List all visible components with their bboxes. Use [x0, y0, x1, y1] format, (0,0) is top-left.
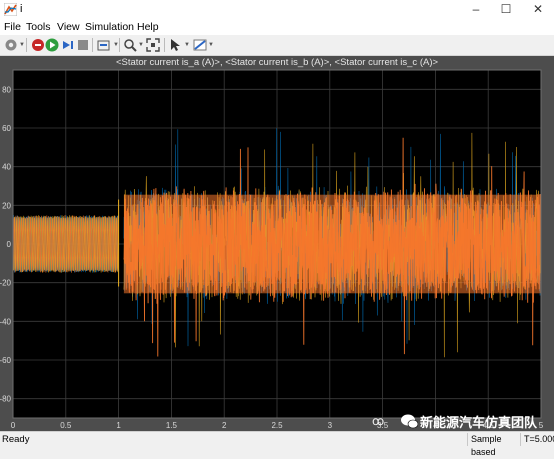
x-tick-label: 0	[11, 421, 16, 430]
highlight-block-icon[interactable]	[96, 37, 112, 53]
status-time: T=5.000	[520, 433, 554, 446]
y-tick-label: -40	[0, 317, 12, 326]
y-tick-label: -60	[0, 356, 12, 365]
status-bar: Ready Sample based T=5.000	[0, 431, 554, 457]
menu-simulation[interactable]: Simulation	[85, 21, 134, 33]
title-bar: i – ☐ ✕	[0, 0, 554, 19]
status-ready: Ready	[2, 434, 30, 445]
gear-icon[interactable]	[3, 37, 19, 53]
toolbar: ▼ ▼ ▼ ▼ ▼	[0, 35, 554, 56]
x-tick-label: 1	[116, 421, 121, 430]
zoom-icon[interactable]	[122, 37, 138, 53]
menu-view[interactable]: View	[57, 21, 80, 33]
x-tick-label: 2	[222, 421, 227, 430]
y-tick-label: 60	[2, 124, 11, 133]
step-forward-icon[interactable]	[60, 37, 76, 53]
matlab-app-icon	[4, 3, 17, 16]
fit-to-view-icon[interactable]	[145, 37, 161, 53]
wechat-logo-icon: ꝏ	[372, 414, 418, 429]
menu-help[interactable]: Help	[137, 21, 159, 33]
cursor-measure-icon[interactable]	[168, 37, 184, 53]
style-dropdown-icon[interactable]: ▼	[208, 42, 214, 48]
watermark-text: 新能源汽车仿真团队	[420, 415, 538, 430]
close-button[interactable]: ✕	[526, 0, 550, 19]
run-icon[interactable]	[44, 37, 60, 53]
menu-tools[interactable]: Tools	[26, 21, 51, 33]
menu-file[interactable]: File	[4, 21, 21, 33]
y-tick-label: 20	[2, 201, 11, 210]
svg-text:ꝏ: ꝏ	[372, 414, 384, 428]
style-icon[interactable]	[192, 37, 208, 53]
scope-chart[interactable]: 0 0.5 1 1.5 2 2.5 3 3.5 4 4.5 5806040200-20-40-60-…	[0, 56, 554, 431]
menu-bar: File Tools View Simulation Help	[0, 19, 554, 35]
y-tick-label: -20	[0, 279, 12, 288]
window-title: i	[20, 3, 23, 15]
x-tick-label: 0.5	[60, 421, 72, 430]
toolbar-separator	[119, 38, 120, 52]
stop-square-icon[interactable]	[75, 37, 91, 53]
cursor-dropdown-icon[interactable]: ▼	[184, 42, 190, 48]
settings-dropdown-icon[interactable]: ▼	[19, 42, 25, 48]
maximize-button[interactable]: ☐	[494, 0, 518, 19]
x-tick-label: 2.5	[271, 421, 283, 430]
y-tick-label: -80	[0, 395, 12, 404]
x-tick-label: 5	[539, 421, 544, 430]
y-tick-label: 0	[7, 240, 12, 249]
status-sample-mode: Sample based	[467, 433, 523, 457]
x-tick-label: 1.5	[166, 421, 178, 430]
y-tick-label: 80	[2, 85, 11, 94]
x-tick-label: 3	[328, 421, 333, 430]
y-tick-label: 40	[2, 163, 11, 172]
series-band-core	[123, 194, 541, 294]
zoom-dropdown-icon[interactable]: ▼	[138, 42, 144, 48]
minimize-button[interactable]: –	[464, 0, 488, 19]
scope-plot-area: <Stator current is_a (A)>, <Stator curre…	[0, 56, 554, 431]
toolbar-separator	[164, 38, 165, 52]
toolbar-separator	[92, 38, 93, 52]
toolbar-separator	[26, 38, 27, 52]
